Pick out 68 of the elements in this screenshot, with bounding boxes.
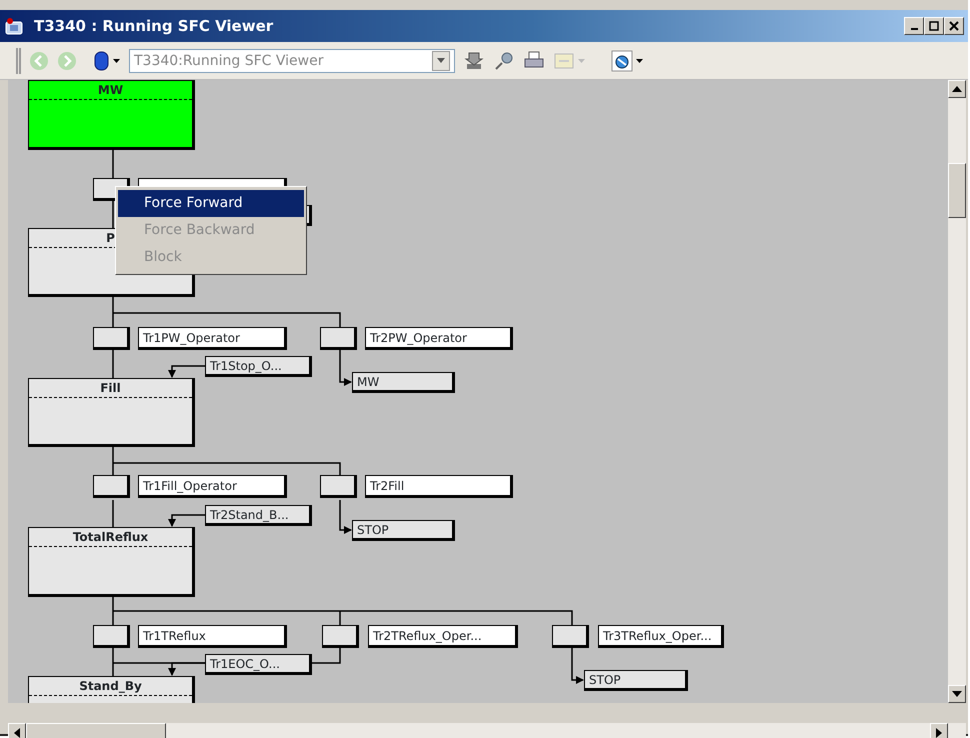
transition-box[interactable] [93,475,130,498]
vertical-scrollbar[interactable] [948,80,966,703]
step-box[interactable]: Fill [28,378,195,447]
transition-box[interactable] [93,625,130,648]
transition-label: Tr2Fill [365,475,513,498]
capsule-icon [93,50,121,72]
step-title: Stand_By [79,679,142,693]
transition-label: Tr2TReflux_Oper... [368,625,518,648]
connector-arrow [339,500,352,534]
scroll-up-button[interactable] [948,80,966,98]
connector-arrow [339,350,352,386]
transition-label: Tr3TReflux_Oper... [598,625,724,648]
connector-line [112,200,114,228]
step-title: MW [98,83,124,97]
view-menu-button[interactable] [93,50,121,72]
transition-label: Tr1TReflux [138,625,287,648]
address-combobox[interactable]: T3340:Running SFC Viewer [129,48,455,72]
left-arrow-icon [14,728,20,738]
window-title: T3340 : Running SFC Viewer [34,17,274,35]
scroll-thumb[interactable] [948,163,966,218]
jump-target: MW [352,372,455,393]
minimize-icon [910,28,918,30]
transition-label: Tr2PW_Operator [365,327,513,350]
close-button[interactable] [944,17,964,35]
step-title: P [106,231,115,245]
transition-label: Tr1Fill_Operator [138,475,287,498]
stack-icon [463,50,485,72]
jump-label: Tr1Stop_O... [205,356,312,377]
maximize-button[interactable] [924,17,944,35]
right-arrow-icon [936,728,942,738]
connector-line [112,500,114,527]
transition-box[interactable] [93,327,130,350]
step-title: TotalReflux [72,530,148,544]
transition-box[interactable] [320,475,357,498]
dropdown-button[interactable] [432,50,450,70]
scroll-right-button[interactable] [930,723,948,738]
horizontal-scrollbar[interactable] [8,723,966,738]
down-arrow-icon [952,691,962,697]
transition-label: Tr1PW_Operator [138,327,287,350]
connector-arrow [571,648,584,684]
up-arrow-icon [952,86,962,92]
globe-icon [611,50,645,72]
connector-line [112,350,114,378]
jump-target: STOP [584,670,688,691]
scroll-left-button[interactable] [8,723,26,738]
step-box[interactable]: MW [28,80,195,150]
globe-button[interactable] [611,50,645,72]
caret-icon [437,58,445,64]
step-box[interactable]: TotalReflux [28,527,195,597]
transition-box[interactable] [322,625,359,648]
menu-item[interactable]: Force Forward [118,190,304,217]
maximize-icon [929,21,939,31]
scroll-thumb[interactable] [26,723,166,738]
close-icon [949,21,959,31]
step-title: Fill [100,381,121,395]
scroll-down-button[interactable] [948,685,966,703]
toolbar-grip [16,48,21,74]
jump-label: Tr2Stand_B... [205,505,312,526]
transition-box[interactable] [320,327,357,350]
step-box[interactable]: Stand_By [28,676,195,703]
jump-label: Tr1EOC_O... [205,654,312,675]
connector-line [112,150,114,178]
download-button[interactable] [463,50,485,72]
jump-target: STOP [352,520,455,541]
transition-box[interactable] [552,625,589,648]
connector-arrow [168,365,205,378]
minimize-button[interactable] [904,17,924,35]
connector-arrow [168,514,205,527]
